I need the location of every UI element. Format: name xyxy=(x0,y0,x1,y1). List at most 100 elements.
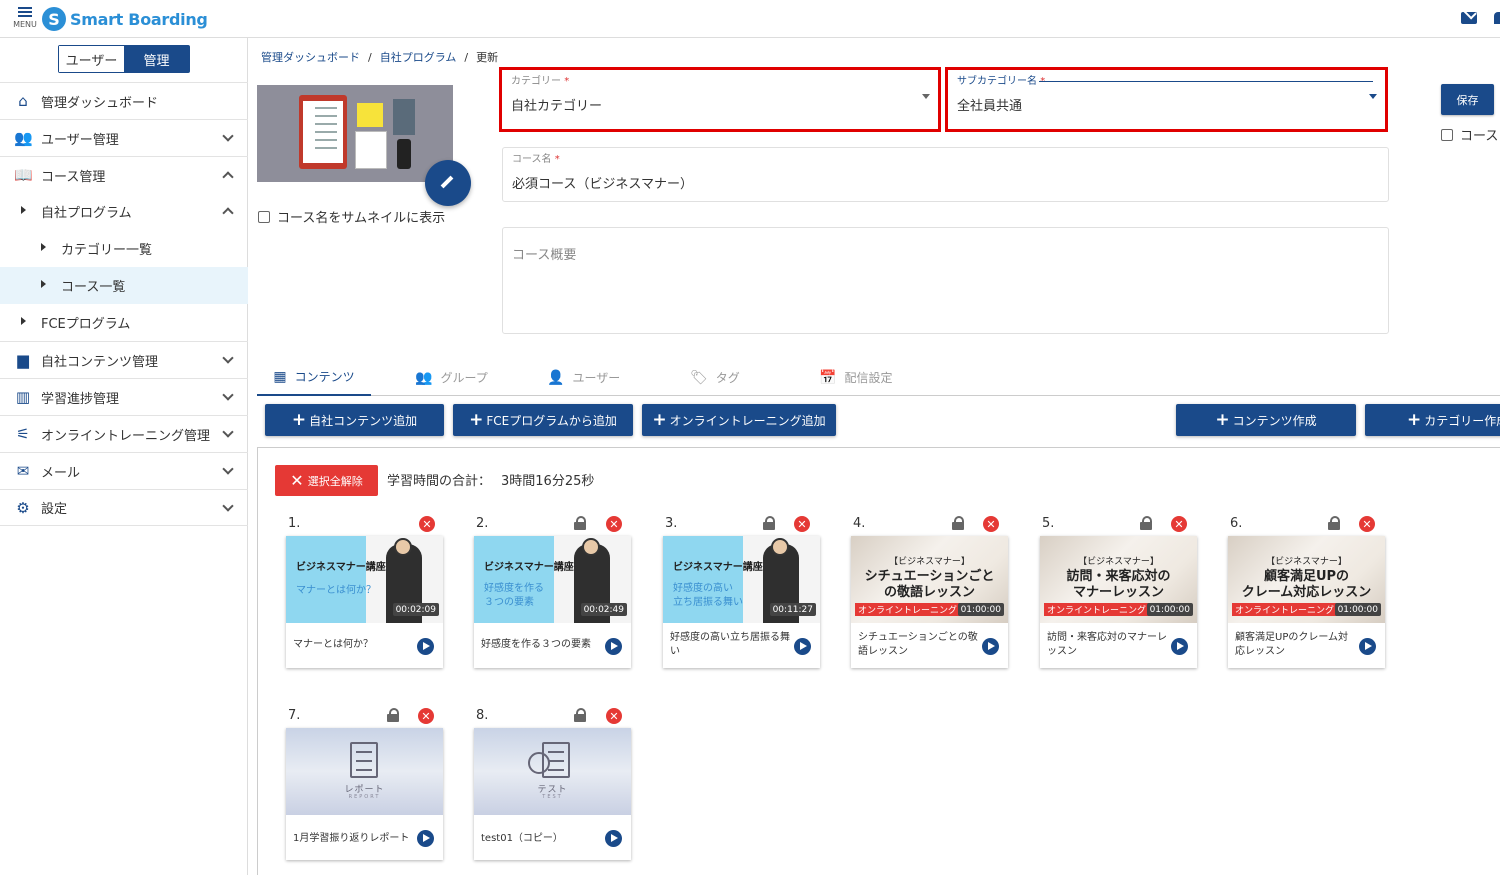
content-card[interactable]: 8. ✕ テスト TEST test01（コピー） xyxy=(474,708,631,860)
tab-user[interactable]: 👤 ユーザー xyxy=(547,359,620,396)
sidebar-item-progress[interactable]: ▥ 学習進捗管理 xyxy=(0,378,248,415)
breadcrumb-dashboard[interactable]: 管理ダッシュボード xyxy=(261,51,360,64)
edit-thumbnail-button[interactable] xyxy=(425,160,471,206)
lock-icon xyxy=(574,708,586,722)
sidebar-item-label: FCEプログラム xyxy=(41,317,131,332)
tab-delivery[interactable]: 📅 配信設定 xyxy=(819,359,892,396)
card-thumbnail: ビジネスマナー講座 好感度の高い 立ち居振る舞い 00:11:27 xyxy=(663,536,820,623)
thumb-name-checkbox[interactable] xyxy=(258,210,270,223)
create-category-button[interactable]: + カテゴリー作成 xyxy=(1365,404,1500,436)
thumb-subtitle: REPORT xyxy=(348,794,381,800)
content-card[interactable]: 1. ✕ ビジネスマナー講座 マナーとは何か？ 00:02:09 マナーとは何か… xyxy=(286,516,443,668)
content-card[interactable]: 3. ✕ ビジネスマナー講座 好感度の高い 立ち居振る舞い 00:11:27 好… xyxy=(663,516,820,668)
remove-icon[interactable]: ✕ xyxy=(418,708,434,724)
lock-icon xyxy=(1140,516,1152,530)
sidebar-item-category-list[interactable]: カテゴリー一覧 xyxy=(0,230,248,267)
thumb-name-checkbox-row[interactable]: コース名をサムネイルに表示 xyxy=(258,207,445,226)
sidebar-item-mail[interactable]: ✉ メール xyxy=(0,452,248,489)
sidebar-item-fce-program[interactable]: FCEプログラム xyxy=(0,304,248,341)
course-checkbox[interactable] xyxy=(1441,128,1453,141)
play-icon[interactable] xyxy=(982,638,999,655)
tab-group[interactable]: 👥 グループ xyxy=(415,359,488,396)
sidebar-item-courses[interactable]: 📖 コース管理 xyxy=(0,156,248,193)
card-title: 好感度の高い立ち居振る舞い xyxy=(670,632,790,657)
close-icon: ✕ xyxy=(290,471,304,490)
sidebar-item-own-content[interactable]: ▆ 自社コンテンツ管理 xyxy=(0,341,248,378)
course-summary-field[interactable]: コース概要 xyxy=(502,227,1389,334)
card-body[interactable]: ビジネスマナー講座 マナーとは何か？ 00:02:09 マナーとは何か？ xyxy=(286,536,443,668)
sidebar-item-settings[interactable]: ⚙ 設定 xyxy=(0,489,248,526)
sidebar-item-label: コース一覧 xyxy=(61,280,126,295)
content-card[interactable]: 6. ✕ 【ビジネスマナー】 顧客満足UPの クレーム対応レッスン オンライント… xyxy=(1228,516,1385,668)
add-own-content-button[interactable]: + 自社コンテンツ追加 xyxy=(265,404,444,436)
card-body[interactable]: ビジネスマナー講座 好感度を作る ３つの要素 00:02:49 好感度を作る３つ… xyxy=(474,536,631,668)
app-logo[interactable]: S Smart Boarding xyxy=(42,6,208,32)
content-card[interactable]: 2. ✕ ビジネスマナー講座 好感度を作る ３つの要素 00:02:49 好感度… xyxy=(474,516,631,668)
play-icon[interactable] xyxy=(417,638,434,655)
card-body[interactable]: 【ビジネスマナー】 顧客満足UPの クレーム対応レッスン オンライントレーニング… xyxy=(1228,536,1385,668)
remove-icon[interactable]: ✕ xyxy=(794,516,810,532)
duration-badge: 00:02:49 xyxy=(580,603,627,616)
card-thumbnail: 【ビジネスマナー】 シチュエーションごと の敬語レッスン オンライントレーニング… xyxy=(851,536,1008,623)
mail-icon[interactable] xyxy=(1461,12,1477,24)
user-add-icon: 👤 xyxy=(547,369,565,386)
card-body[interactable]: テスト TEST test01（コピー） xyxy=(474,728,631,860)
gear-icon: ⚙ xyxy=(16,499,30,517)
subcategory-select[interactable]: サブカテゴリー名 * 全社員共通 xyxy=(945,67,1388,132)
plus-icon: + xyxy=(1215,410,1230,430)
phone-illustration xyxy=(397,139,411,169)
tab-tag[interactable]: 🏷 タグ xyxy=(690,359,740,396)
play-icon[interactable] xyxy=(605,830,622,847)
card-body[interactable]: ビジネスマナー講座 好感度の高い 立ち居振る舞い 00:11:27 好感度の高い… xyxy=(663,536,820,668)
button-label: 選択全解除 xyxy=(307,474,363,488)
tab-contents[interactable]: ▦ コンテンツ xyxy=(257,359,371,396)
online-training-badge: オンライントレーニング xyxy=(855,603,961,616)
course-name-field[interactable]: コース名 * 必須コース（ビジネスマナー） xyxy=(502,147,1389,202)
sidebar-item-users[interactable]: 👥 ユーザー管理 xyxy=(0,119,248,156)
duration-badge: 00:11:27 xyxy=(769,603,816,616)
remove-icon[interactable]: ✕ xyxy=(1359,516,1375,532)
content-card[interactable]: 7. ✕ レポート REPORT 1月学習振り返りレポート xyxy=(286,708,443,860)
card-title: 訪問・来客応対のマナーレッスン xyxy=(1047,632,1167,657)
thumb-subtitle: TEST xyxy=(542,794,563,800)
breadcrumb-separator: / xyxy=(368,51,372,64)
sidebar-item-dashboard[interactable]: ⌂ 管理ダッシュボード xyxy=(0,82,248,119)
card-body[interactable]: 【ビジネスマナー】 シチュエーションごと の敬語レッスン オンライントレーニング… xyxy=(851,536,1008,668)
save-button[interactable]: 保存 xyxy=(1441,84,1494,115)
add-online-training-button[interactable]: + オンライントレーニング追加 xyxy=(642,404,836,436)
content-card[interactable]: 5. ✕ 【ビジネスマナー】 訪問・来客応対の マナーレッスン オンライントレー… xyxy=(1040,516,1197,668)
play-icon[interactable] xyxy=(1359,638,1376,655)
chevron-up-icon xyxy=(222,171,234,183)
breadcrumb-own-program[interactable]: 自社プログラム xyxy=(380,51,457,64)
remove-icon[interactable]: ✕ xyxy=(606,516,622,532)
add-fce-program-button[interactable]: + FCEプログラムから追加 xyxy=(453,404,633,436)
sidebar-item-course-list[interactable]: コース一覧 xyxy=(0,267,248,304)
play-icon[interactable] xyxy=(794,638,811,655)
course-name-value: 必須コース（ビジネスマナー） xyxy=(512,177,693,192)
card-body[interactable]: レポート REPORT 1月学習振り返りレポート xyxy=(286,728,443,860)
course-checkbox-row[interactable]: コース xyxy=(1441,125,1498,144)
category-select[interactable]: カテゴリー * 自社カテゴリー xyxy=(499,67,941,132)
sidebar-item-own-program[interactable]: 自社プログラム xyxy=(0,193,248,230)
menu-button[interactable]: MENU xyxy=(10,5,40,29)
mail-icon: ✉ xyxy=(16,462,30,480)
switch-admin[interactable]: 管理 xyxy=(124,46,189,72)
play-icon[interactable] xyxy=(1171,638,1188,655)
play-icon[interactable] xyxy=(605,638,622,655)
remove-icon[interactable]: ✕ xyxy=(1171,516,1187,532)
play-icon[interactable] xyxy=(417,830,434,847)
switch-user[interactable]: ユーザー xyxy=(59,46,124,72)
remove-icon[interactable]: ✕ xyxy=(983,516,999,532)
hamburger-icon xyxy=(18,7,32,17)
sidebar-item-online-training[interactable]: ⚟ オンライントレーニング管理 xyxy=(0,415,248,452)
chevron-down-icon xyxy=(222,130,234,142)
remove-icon[interactable]: ✕ xyxy=(419,516,435,532)
sidebar-item-label: 設定 xyxy=(41,502,68,517)
sidebar-item-label: 自社コンテンツ管理 xyxy=(41,354,159,370)
create-content-button[interactable]: + コンテンツ作成 xyxy=(1176,404,1356,436)
clear-selection-button[interactable]: ✕ 選択全解除 xyxy=(275,465,378,496)
content-card[interactable]: 4. ✕ 【ビジネスマナー】 シチュエーションごと の敬語レッスン オンライント… xyxy=(851,516,1008,668)
card-body[interactable]: 【ビジネスマナー】 訪問・来客応対の マナーレッスン オンライントレーニング 0… xyxy=(1040,536,1197,668)
remove-icon[interactable]: ✕ xyxy=(606,708,622,724)
notification-icon[interactable] xyxy=(1494,12,1500,24)
